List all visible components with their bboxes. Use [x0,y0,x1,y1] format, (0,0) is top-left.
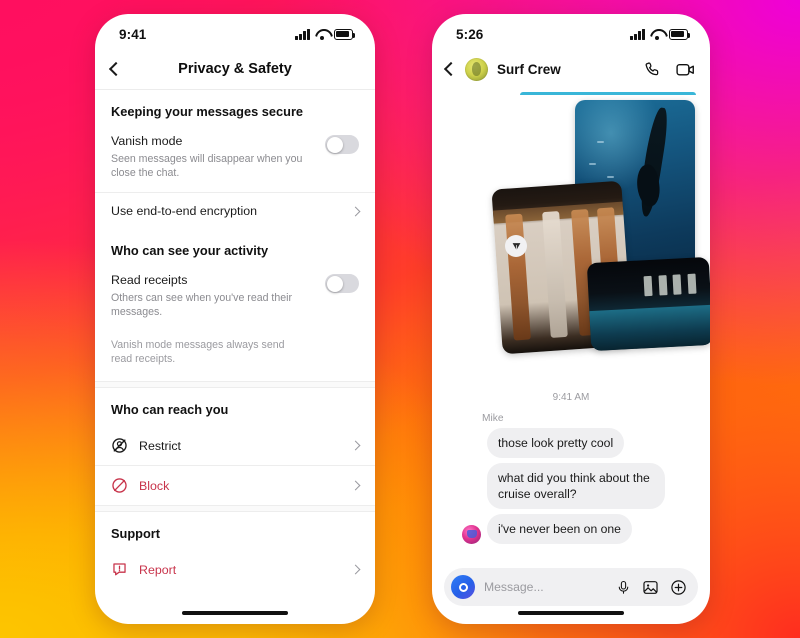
status-time: 9:41 [119,26,147,42]
section-gap [95,381,375,389]
share-icon[interactable] [505,235,527,257]
plus-circle-icon[interactable] [670,579,687,596]
setting-row-report[interactable]: Report [95,550,375,589]
read-receipts-note: Vanish mode messages always send read re… [111,338,285,365]
pool-water [589,304,710,352]
previous-message-edge [520,92,696,95]
battery-icon [334,29,356,40]
vanish-mode-toggle[interactable] [325,135,359,154]
message-input[interactable]: Message... [484,580,607,594]
message-row: i've never been on one [432,514,710,545]
phone-privacy-settings: 9:41 Privacy & Safety Keeping your messa… [95,14,375,624]
signal-bars-icon [630,28,645,40]
setting-row-restrict[interactable]: Restrict [95,426,375,465]
home-indicator [518,610,624,615]
message-row: what did you think about the cruise over… [432,463,710,510]
signal-bars-icon [295,28,310,40]
nav-actions [643,60,696,79]
setting-subtitle: Seen messages will disappear when you cl… [111,152,303,180]
composer-actions [616,579,687,596]
setting-row-block[interactable]: Block [95,466,375,505]
share-glyph-icon [512,242,520,250]
chevron-right-icon [350,206,361,217]
section-heading-activity: Who can see your activity [111,243,269,259]
message-bubble[interactable]: what did you think about the cruise over… [487,463,665,510]
composer-bar: Message... [444,568,698,606]
status-icons [295,28,356,40]
phone-chat-thread: 5:26 Surf Crew 9:41 AM Mike those look p… [432,14,710,624]
wifi-icon [315,29,329,40]
setting-label: Report [139,562,177,577]
sender-avatar[interactable] [462,525,481,545]
diver-silhouette [636,106,671,219]
message-sender-name: Mike [482,413,504,424]
setting-row-vanish-mode[interactable]: Vanish mode Seen messages will disappear… [95,128,375,192]
block-icon [112,478,127,493]
chat-title: Surf Crew [497,61,561,77]
image-icon[interactable] [642,579,659,596]
phone-icon[interactable] [643,60,662,79]
setting-label: Restrict [139,438,181,453]
toggle-knob [326,275,343,292]
section-gap [95,505,375,513]
setting-title: Read receipts [111,273,188,288]
night-pool-photo[interactable] [586,256,710,352]
message-bubble[interactable]: i've never been on one [487,514,632,545]
nav-bar-chat: Surf Crew [432,48,710,90]
restrict-icon [112,438,127,453]
page-title: Privacy & Safety [178,60,292,77]
group-avatar[interactable] [465,57,488,81]
message-composer: Message... [432,562,710,606]
settings-list: Keeping your messages secure Vanish mode… [95,90,375,589]
home-indicator [182,610,288,615]
back-chevron-icon[interactable] [443,61,459,77]
message-thread[interactable]: 9:41 AM Mike those look pretty cool what… [432,90,710,562]
section-heading-support: Support [111,526,161,542]
message-bubble[interactable]: those look pretty cool [487,428,625,459]
microphone-icon[interactable] [616,579,631,596]
section-heading-reach: Who can reach you [111,402,229,418]
read-receipts-toggle[interactable] [325,274,359,294]
setting-row-read-receipts[interactable]: Read receipts Others can see when you've… [95,267,375,331]
setting-label: Block [139,478,170,493]
video-camera-icon[interactable] [675,60,696,79]
chevron-right-icon [350,564,361,575]
nav-bar-privacy: Privacy & Safety [95,48,375,90]
battery-icon [669,29,691,40]
toggle-knob [326,136,343,153]
status-bar-left: 9:41 [95,14,375,48]
chevron-right-icon [350,480,361,491]
chevron-right-icon [350,440,361,451]
setting-label: Use end-to-end encryption [111,204,258,219]
status-time: 5:26 [456,26,484,42]
report-icon [113,563,126,576]
section-heading-secure: Keeping your messages secure [111,104,304,119]
wallpaper-background: 9:41 Privacy & Safety Keeping your messa… [0,0,800,638]
status-bar-right: 5:26 [432,14,710,48]
camera-icon[interactable] [451,575,475,599]
message-row: those look pretty cool [432,428,710,459]
setting-subtitle: Others can see when you've read their me… [111,292,293,319]
photo-collage [432,100,710,400]
back-chevron-icon[interactable] [108,61,124,76]
setting-title: Vanish mode [111,134,183,148]
status-icons [630,28,691,40]
setting-row-encryption[interactable]: Use end-to-end encryption [95,193,375,229]
wifi-icon [650,29,664,40]
